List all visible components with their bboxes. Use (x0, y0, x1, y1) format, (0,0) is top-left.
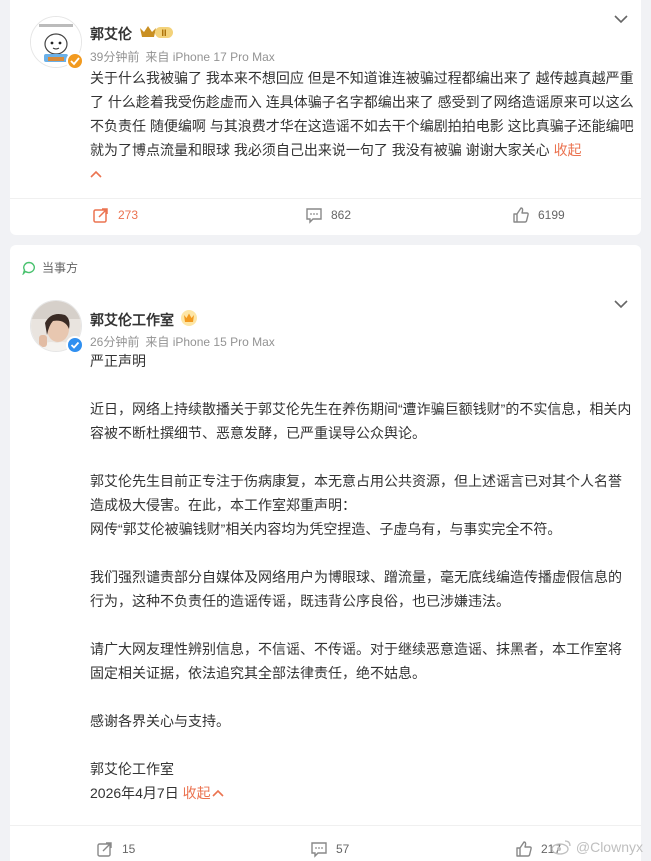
paragraph: 网传“郭艾伦被骗钱财”相关内容均为凭空捏造、子虚乌有，与事实完全不符。 (90, 521, 562, 537)
thumbs-up-icon (516, 841, 532, 857)
statement-title: 严正声明 (90, 353, 146, 369)
paragraph: 郭艾伦先生目前正专注于伤病康复，本无意占用公共资源，但上述谣言已对其个人名誉造成… (90, 473, 622, 513)
comment-button[interactable]: 57 (310, 839, 349, 859)
crown-icon[interactable] (180, 309, 198, 327)
post-card-1: 郭艾伦 II 39分钟前 来自 iPhone 17 Pro Max 关于什么我被骗… (10, 0, 641, 235)
post-body: 关于什么我被骗了 我本来不想回应 但是不知道谁连被骗过程都编出来了 越传越真越严… (90, 66, 635, 186)
post-source: 来自 iPhone 17 Pro Max (145, 50, 275, 64)
post-text: 关于什么我被骗了 我本来不想回应 但是不知道谁连被骗过程都编出来了 越传越真越严… (90, 70, 634, 158)
weibo-logo-icon (551, 840, 571, 855)
post-time[interactable]: 39分钟前 (90, 50, 139, 64)
post-meta: 26分钟前 来自 iPhone 15 Pro Max (90, 333, 275, 350)
chevron-up-icon (212, 790, 224, 797)
repost-icon (97, 842, 112, 857)
post-meta: 39分钟前 来自 iPhone 17 Pro Max (90, 48, 275, 65)
collapse-link[interactable]: 收起 (183, 785, 224, 801)
comment-button[interactable]: 862 (305, 205, 351, 225)
post-source: 来自 iPhone 15 Pro Max (145, 335, 275, 349)
repost-button[interactable]: 15 (96, 839, 135, 859)
collapse-link[interactable]: 收起 (554, 142, 582, 158)
vip-badge-icon (66, 52, 84, 70)
thumbs-up-icon (513, 207, 529, 223)
post-card-2: 当事方 郭艾伦工作室 26分钟前 来自 iPhone 15 Pro Max 严正声… (10, 245, 641, 861)
post-time[interactable]: 26分钟前 (90, 335, 139, 349)
verified-badge-icon (66, 336, 84, 354)
collapse-label: 收起 (553, 142, 582, 158)
paragraph: 我们强烈谴责部分自媒体及网络用户为博眼球、蹭流量，毫无底线编造传播虚假信息的行为… (90, 569, 622, 609)
party-tag: 当事方 (22, 259, 78, 276)
paragraph: 近日，网络上持续散播关于郭艾伦先生在养伤期间“遭诈骗巨额钱财”的不实信息，相关内… (90, 401, 632, 441)
divider (10, 825, 641, 826)
statement-date: 2026年4月7日 (90, 785, 179, 801)
post-body: 严正声明 近日，网络上持续散播关于郭艾伦先生在养伤期间“遭诈骗巨额钱财”的不实信… (90, 349, 635, 805)
watermark-text: @Clownyx (575, 839, 643, 855)
watermark: @Clownyx (550, 839, 643, 855)
author-name[interactable]: 郭艾伦 (90, 24, 132, 44)
like-count: 6199 (538, 208, 565, 222)
repost-count: 273 (118, 208, 139, 222)
repost-button[interactable]: 273 (92, 205, 138, 225)
statement-date-row: 2026年4月7日 收起 (90, 781, 635, 805)
signature: 郭艾伦工作室 (90, 761, 174, 777)
divider (10, 198, 641, 199)
comment-count: 57 (336, 842, 350, 856)
comment-count: 862 (331, 208, 352, 222)
speech-bubble-icon (22, 261, 35, 275)
collapse-label: 收起 (182, 785, 211, 801)
comment-icon (311, 842, 327, 858)
vip-level-label: II (161, 28, 166, 38)
repost-icon (93, 208, 108, 223)
chevron-up-icon[interactable] (90, 170, 102, 180)
repost-count: 15 (122, 842, 136, 856)
chevron-down-icon[interactable] (613, 299, 629, 309)
party-tag-label: 当事方 (42, 261, 79, 275)
paragraph: 请广大网友理性辨别信息，不信谣、不传谣。对于继续恶意造谣、抹黑者，本工作室将固定… (90, 641, 622, 681)
paragraph: 感谢各界关心与支持。 (90, 713, 230, 729)
author-name[interactable]: 郭艾伦工作室 (90, 310, 174, 330)
crown-icon[interactable]: II (138, 23, 174, 41)
comment-icon (306, 208, 322, 224)
chevron-down-icon[interactable] (613, 14, 629, 24)
like-button[interactable]: 6199 (512, 205, 565, 225)
